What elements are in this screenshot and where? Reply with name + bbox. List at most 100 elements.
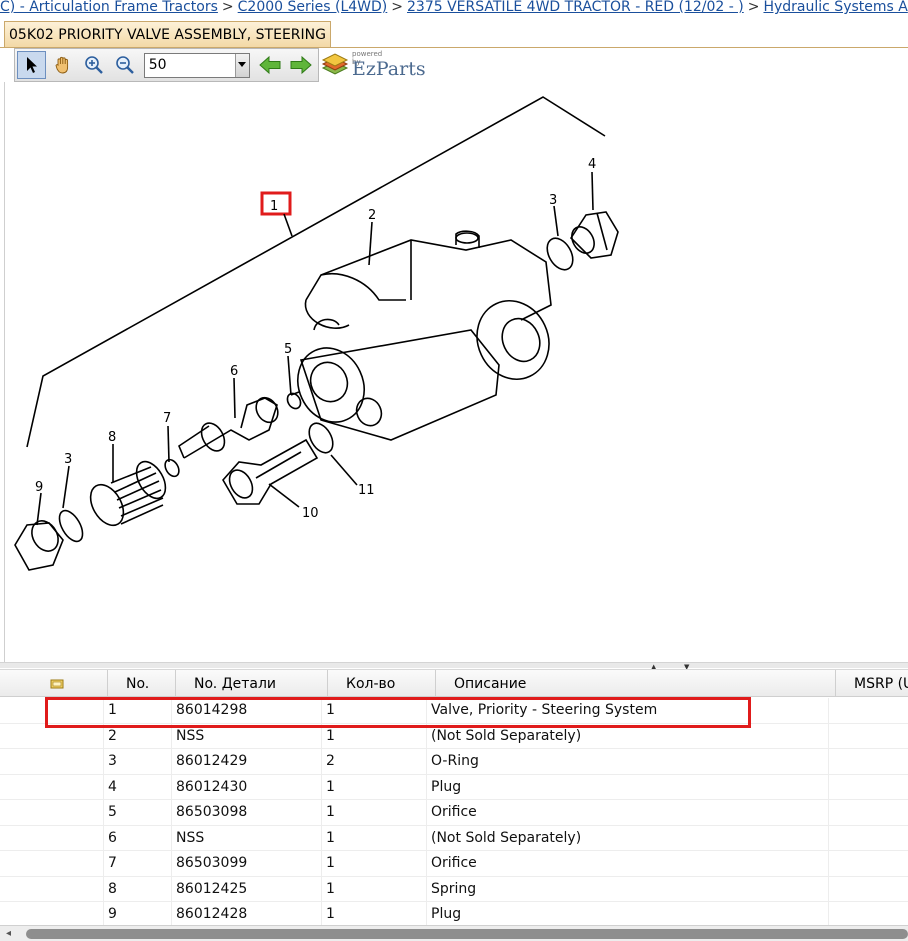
callout-4[interactable]: 4: [588, 157, 596, 172]
callout-7[interactable]: 7: [163, 411, 171, 426]
row-cart-cell[interactable]: [0, 876, 104, 902]
row-cart-cell[interactable]: [0, 774, 104, 800]
row-part-number: 86012425: [172, 876, 322, 902]
row-no: 5: [104, 800, 172, 825]
horizontal-scrollbar[interactable]: ◂: [0, 925, 908, 941]
row-quantity: 1: [322, 825, 427, 851]
breadcrumb-link-1[interactable]: C) - Articulation Frame Tractors: [0, 0, 218, 15]
row-quantity: 1: [322, 774, 427, 800]
zoom-level-input[interactable]: [144, 53, 235, 77]
breadcrumb-link-2[interactable]: C2000 Series (L4WD): [238, 0, 388, 15]
column-msrp[interactable]: MSRP (U: [836, 670, 908, 697]
selected-row-highlight: [45, 697, 751, 728]
column-no[interactable]: No.: [108, 670, 176, 697]
row-quantity: 1: [322, 876, 427, 902]
logo-text: EzParts: [352, 58, 426, 80]
row-quantity: 1: [322, 800, 427, 825]
callout-1[interactable]: 1: [270, 199, 278, 214]
row-description: Orifice: [427, 800, 829, 825]
tab-diagram-title[interactable]: 05K02 PRIORITY VALVE ASSEMBLY, STEERING: [4, 21, 331, 47]
row-description: Orifice: [427, 851, 829, 876]
zoom-out-button[interactable]: [111, 51, 140, 79]
callout-5[interactable]: 5: [284, 342, 292, 357]
row-part-number: 86012429: [172, 749, 322, 774]
hand-icon: [55, 56, 68, 74]
breadcrumb: C) - Articulation Frame Tractors > C2000 S…: [0, 0, 908, 17]
callout-6[interactable]: 6: [230, 364, 238, 379]
chevron-down-icon: [238, 62, 247, 67]
breadcrumb-separator: >: [221, 0, 234, 15]
table-row[interactable]: 3 86012429 2 O-Ring: [0, 749, 908, 775]
valve-body-part-2: [297, 230, 552, 441]
zoom-in-button[interactable]: [79, 51, 108, 79]
row-cart-cell[interactable]: [0, 800, 104, 825]
table-row[interactable]: 5 86503098 1 Orifice: [0, 800, 908, 826]
spool-part-6: [178, 396, 279, 459]
books-logo-icon: [321, 53, 349, 75]
row-cart-cell[interactable]: [0, 825, 104, 851]
scrollbar-thumb[interactable]: [26, 929, 908, 939]
callout-3-bottom[interactable]: 3: [64, 452, 72, 467]
breadcrumb-link-4[interactable]: Hydraulic Systems A: [763, 0, 907, 15]
row-quantity: 2: [322, 749, 427, 774]
row-description: Spring: [427, 876, 829, 902]
column-part-number[interactable]: No. Детали: [176, 670, 328, 697]
plug-part-4: [569, 211, 619, 259]
column-description[interactable]: Описание: [436, 670, 836, 697]
pane-splitter[interactable]: ▲ ▼: [0, 662, 908, 671]
row-msrp: [829, 800, 908, 825]
callout-2[interactable]: 2: [368, 208, 376, 223]
row-msrp: [829, 698, 908, 723]
zoom-level-select[interactable]: [143, 52, 250, 78]
table-row[interactable]: 6 NSS 1 (Not Sold Separately): [0, 825, 908, 851]
row-msrp: [829, 749, 908, 774]
row-cart-cell[interactable]: [0, 749, 104, 774]
callout-9[interactable]: 9: [35, 480, 43, 495]
row-no: 6: [104, 825, 172, 851]
callout-10[interactable]: 10: [302, 506, 319, 521]
callout-8[interactable]: 8: [108, 430, 116, 445]
row-part-number: 86012428: [172, 902, 322, 927]
row-cart-cell[interactable]: [0, 851, 104, 876]
breadcrumb-separator: >: [391, 0, 404, 15]
row-no: 7: [104, 851, 172, 876]
select-pointer-button[interactable]: [17, 51, 47, 79]
row-cart-cell[interactable]: [0, 902, 104, 927]
arrow-left-icon: [259, 55, 281, 75]
breadcrumb-link-3[interactable]: 2375 VERSATILE 4WD TRACTOR - RED (12/02 …: [407, 0, 744, 15]
row-part-number: 86503098: [172, 800, 322, 825]
pointer-arrow-icon: [26, 57, 37, 73]
table-row[interactable]: 7 86503099 1 Orifice: [0, 851, 908, 877]
diagram-toolbar: [14, 48, 319, 82]
pan-hand-button[interactable]: [48, 51, 77, 79]
scroll-left-icon[interactable]: ◂: [6, 928, 11, 939]
column-quantity[interactable]: Кол-во: [328, 670, 436, 697]
table-row[interactable]: 8 86012425 1 Spring: [0, 876, 908, 902]
table-row[interactable]: 4 86012430 1 Plug: [0, 774, 908, 800]
zoom-dropdown-button[interactable]: [234, 53, 249, 77]
row-no: 9: [104, 902, 172, 927]
row-description: Plug: [427, 774, 829, 800]
spring-part-8: [89, 460, 167, 527]
orifice-part-7: [164, 458, 180, 478]
table-row[interactable]: 9 86012428 1 Plug: [0, 902, 908, 928]
plug-part-9: [14, 520, 64, 571]
column-cart[interactable]: [0, 670, 108, 697]
zoom-out-icon: [116, 56, 134, 74]
row-quantity: 1: [322, 902, 427, 927]
row-no: 8: [104, 876, 172, 902]
callout-11[interactable]: 11: [358, 483, 375, 498]
row-no: 4: [104, 774, 172, 800]
previous-button[interactable]: [256, 51, 285, 79]
row-description: O-Ring: [427, 749, 829, 774]
o-ring-part-11: [308, 422, 334, 454]
row-description: (Not Sold Separately): [427, 825, 829, 851]
parts-diagram-viewer[interactable]: 1 2 3 4 5 6 7 8 3 9 10 11: [4, 82, 908, 662]
row-quantity: 1: [322, 851, 427, 876]
zoom-in-icon: [85, 56, 103, 74]
exploded-parts-diagram: 1 2 3 4 5 6 7 8 3 9 10 11: [14, 96, 619, 571]
callout-3-top[interactable]: 3: [549, 193, 557, 208]
row-part-number: NSS: [172, 825, 322, 851]
next-button[interactable]: [287, 51, 316, 79]
parts-table-header: No. No. Детали Кол-во Описание MSRP (U: [0, 669, 908, 697]
